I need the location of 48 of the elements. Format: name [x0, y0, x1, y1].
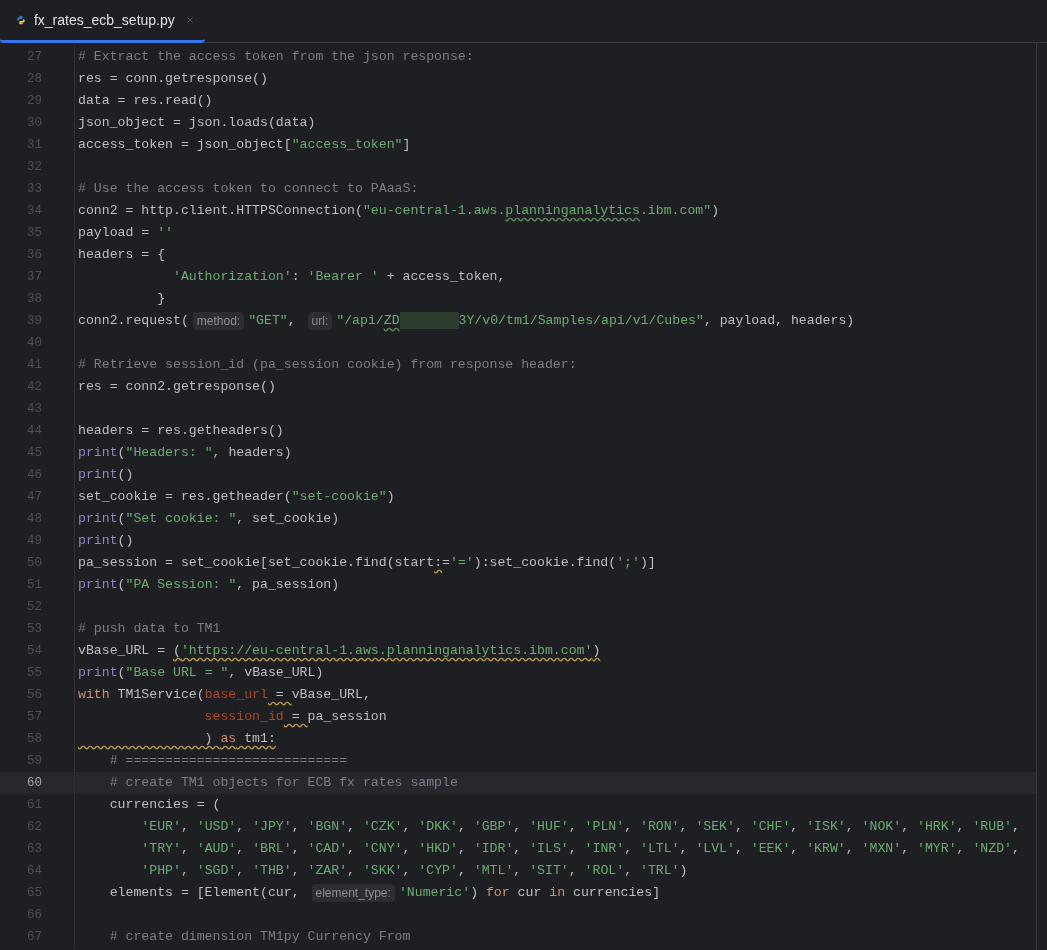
code-text: 'PHP', 'SGD', 'THB', 'ZAR', 'SKK', 'CYP', 'MTL', 'SIT', 'ROL', 'TRL'): [140, 862, 688, 881]
code-text: headers = {: [78, 246, 166, 265]
inlay-hint: url:: [307, 312, 333, 330]
close-icon[interactable]: [186, 15, 193, 25]
code-text: print("Headers: ", headers): [78, 444, 292, 463]
code-text: elements = [Element(cur,: [108, 884, 301, 903]
code-text: session_id = pa_session: [203, 708, 387, 727]
code-text: access_token = json_object["access_token"]: [78, 136, 411, 155]
code-text: pa_session = set_cookie[set_cookie.find(start:='='):set_cookie.find(';')]: [78, 554, 656, 573]
code-text: res = conn.getresponse(): [78, 70, 268, 89]
code-text: conn2.request(: [78, 312, 189, 331]
code-text: print("PA Session: ", pa_session): [78, 576, 340, 595]
code-text: "GET",: [248, 312, 297, 331]
code-text: headers = res.getheaders(): [78, 422, 284, 441]
code-text: ) as tm1:: [203, 730, 276, 749]
code-text: # push data to TM1: [78, 620, 221, 639]
code-text: 'Authorization': 'Bearer ' + access_token,: [171, 268, 506, 287]
code-text: }: [156, 290, 166, 309]
code-text: # ============================: [108, 752, 348, 771]
code-text: data = res.read(): [78, 92, 213, 111]
code-text: 'Numeric') for cur in currencies]: [398, 884, 661, 903]
code-text: # Retrieve session_id (pa_session cookie) from response header:: [78, 356, 577, 375]
code-text: json_object = json.loads(data): [78, 114, 316, 133]
tab-title: fx_rates_ecb_setup.py: [33, 10, 175, 30]
code-text: payload = '': [78, 224, 173, 243]
code-text: res = conn2.getresponse(): [78, 378, 276, 397]
code-text: set_cookie = res.getheader("set-cookie"): [78, 488, 395, 507]
code-text: print("Set cookie: ", set_cookie): [78, 510, 340, 529]
code-text: with TM1Service(base_url = vBase_URL,: [78, 686, 371, 705]
code-text: currencies = (: [108, 796, 221, 815]
code-text: conn2 = http.client.HTTPSConnection("eu-central-1.aws.planninganalytics.ibm.com"): [78, 202, 720, 221]
code-text: print(): [78, 466, 134, 485]
code-text: # create dimension TM1py Currency From: [108, 928, 411, 947]
code-text: print("Base URL = ", vBase_URL): [78, 664, 324, 683]
code-text: "/api/ZD: [336, 312, 400, 331]
file-tab[interactable]: fx_rates_ecb_setup.py: [0, 0, 205, 43]
code-text: 'TRY', 'AUD', 'BRL', 'CAD', 'CNY', 'HKD', 'IDR', 'ILS', 'INR', 'LTL', 'LVL', 'EEK', 'KRW', 'MXN', 'MYR', 'NZD',: [140, 840, 1020, 859]
code-text: vBase_URL = ('https://eu-central-1.aws.planninganalytics.ibm.com'): [78, 642, 601, 661]
code-text: 3Y/v0/tm1/Samples/api/v1/Cubes", payload, headers): [458, 312, 855, 331]
redaction-block: [399, 312, 459, 330]
code-text: 'EUR', 'USD', 'JPY', 'BGN', 'CZK', 'DKK', 'GBP', 'HUF', 'PLN', 'RON', 'SEK', 'CHF', 'ISK', 'NOK', 'HRK', 'RUB',: [140, 818, 1020, 837]
code-text: # create TM1 objects for ECB fx rates sample: [108, 774, 458, 793]
inlay-hint: element_type:: [311, 884, 395, 902]
code-text: print(): [78, 532, 134, 551]
code-text: # Use the access token to connect to PAaaS:: [78, 180, 419, 199]
line-number: 60: [26, 774, 42, 792]
code-text: # Extract the access token from the json response:: [78, 48, 474, 67]
inlay-hint: method:: [192, 312, 245, 330]
